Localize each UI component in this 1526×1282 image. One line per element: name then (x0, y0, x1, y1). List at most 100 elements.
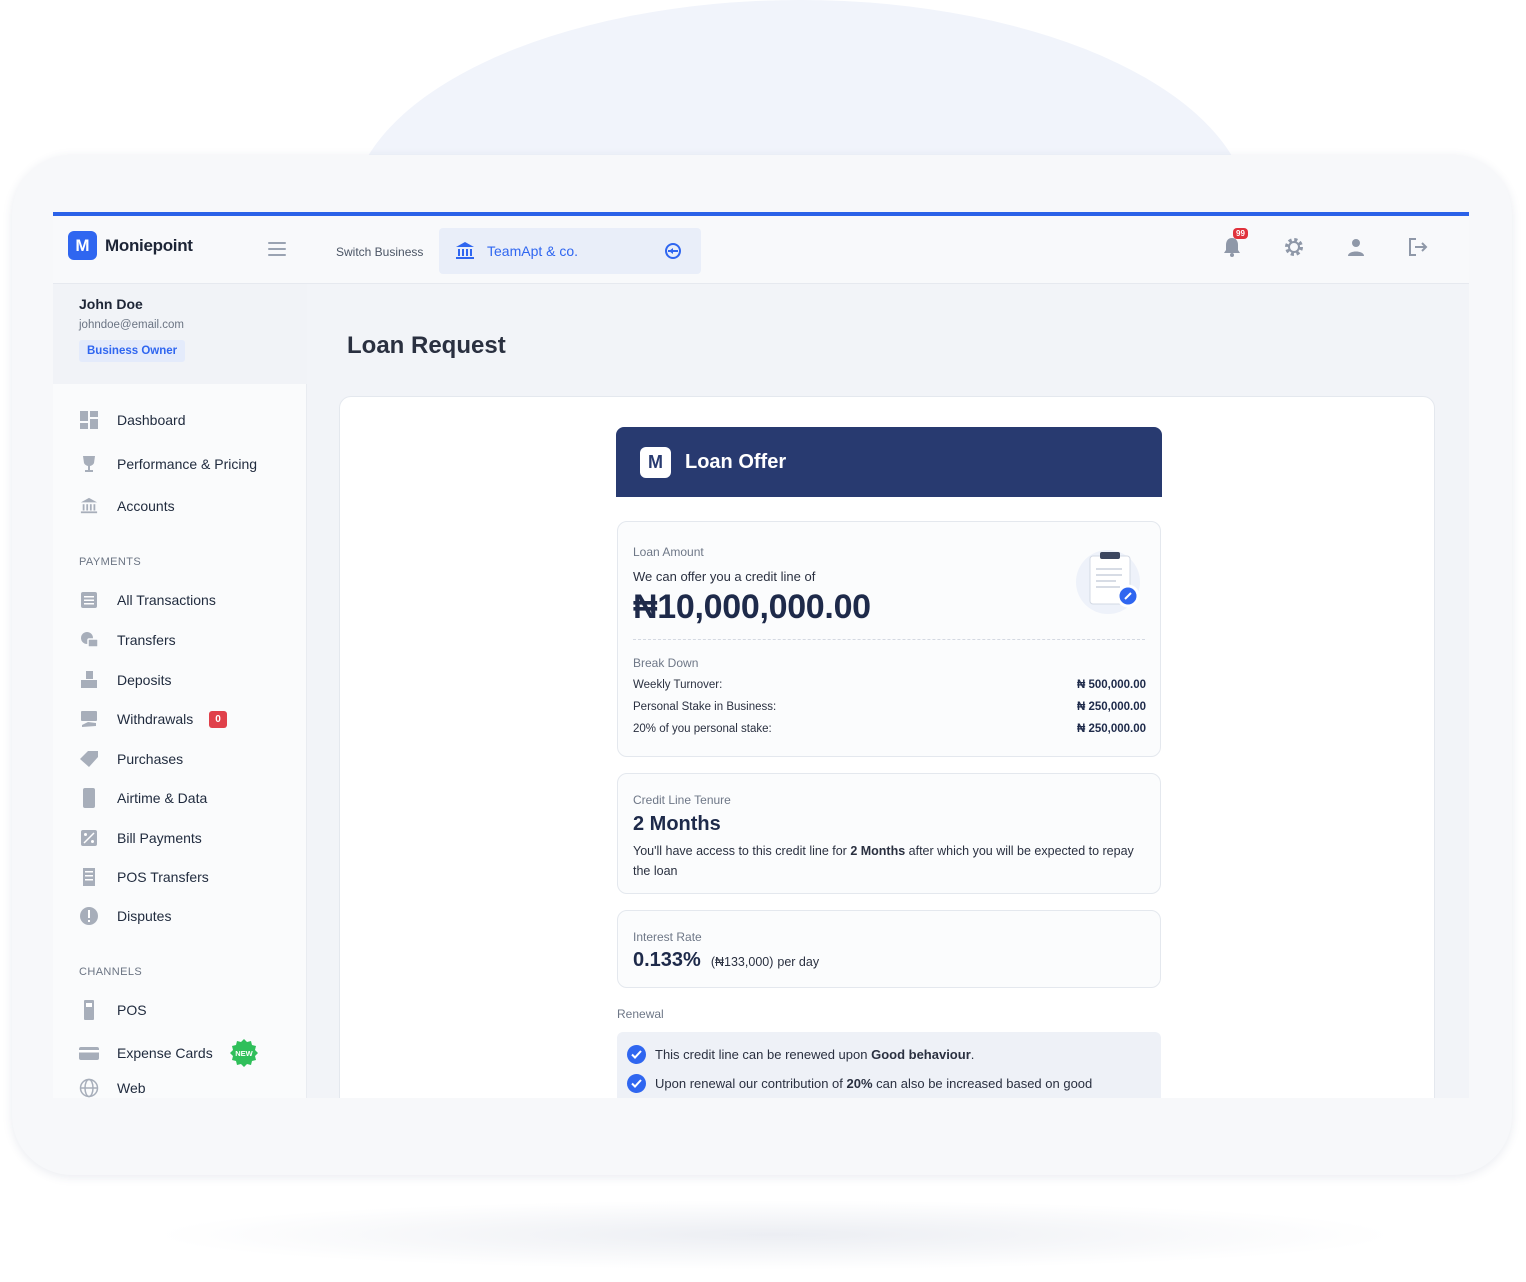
tenure-desc-text: You'll have access to this credit line f… (633, 844, 851, 858)
renewal-text-part: This credit line can be renewed upon (655, 1047, 872, 1062)
brand-logo[interactable]: M Moniepoint (68, 231, 193, 260)
sidebar-item-pos-transfers[interactable]: POS Transfers (79, 867, 209, 887)
loan-request-panel: M Loan Offer Loan Amount We can offer yo… (339, 396, 1435, 1098)
checkmark-icon[interactable] (627, 1045, 646, 1064)
sidebar-item-label: Disputes (117, 908, 172, 924)
bank-icon (79, 496, 99, 516)
sidebar-item-disputes[interactable]: Disputes (79, 906, 171, 926)
breakdown-row: Weekly Turnover: ₦ 500,000.00 (633, 679, 1146, 691)
sidebar-item-label: Expense Cards (117, 1045, 213, 1061)
sidebar-item-deposits[interactable]: Deposits (79, 670, 171, 690)
interest-rate-value: 0.133% (633, 949, 701, 971)
sidebar-item-performance-pricing[interactable]: Performance & Pricing (79, 454, 257, 474)
sidebar-item-expense-cards[interactable]: Expense Cards NEW (79, 1038, 259, 1068)
user-email: johndoe@email.com (79, 319, 185, 331)
business-name: TeamApt & co. (487, 243, 579, 259)
interest-rate-card: Interest Rate 0.133% (₦133,000) per day (617, 910, 1161, 988)
tag-icon (79, 749, 99, 769)
tenure-label: Credit Line Tenure (633, 793, 731, 807)
swap-icon[interactable] (663, 241, 683, 261)
pos-icon (79, 1000, 99, 1020)
loan-offer-header: M Loan Offer (616, 427, 1162, 497)
sidebar-item-label: POS (117, 1002, 147, 1018)
renewal-text: This credit line can be renewed upon Goo… (655, 1047, 974, 1062)
alert-icon (79, 906, 99, 926)
switch-business-label: Switch Business (336, 245, 424, 259)
app-screen: M Moniepoint Switch Business TeamApt & c… (53, 212, 1469, 1098)
deposit-icon (79, 670, 99, 690)
sidebar-item-accounts[interactable]: Accounts (79, 496, 175, 516)
sidebar-item-label: Airtime & Data (117, 790, 208, 806)
breakdown-row-label: Weekly Turnover: (633, 679, 723, 691)
sidebar-item-web[interactable]: Web (79, 1078, 146, 1098)
notification-count-badge: 99 (1233, 228, 1248, 239)
logout-icon[interactable] (1407, 236, 1429, 258)
interest-rate-unit: per day (777, 955, 820, 969)
tenure-desc-bold: 2 Months (850, 844, 906, 858)
user-profile-icon[interactable] (1345, 236, 1367, 258)
settings-gear-icon[interactable] (1283, 236, 1305, 258)
withdrawal-icon (79, 709, 99, 729)
sidebar-item-pos[interactable]: POS (79, 1000, 147, 1020)
top-header: M Moniepoint Switch Business TeamApt & c… (53, 216, 1469, 284)
clipboard-illustration-icon (1076, 550, 1140, 614)
withdrawals-count-badge: 0 (209, 710, 227, 728)
credit-line-tenure-card: Credit Line Tenure 2 Months You'll have … (617, 773, 1161, 894)
renewal-text-part: . (970, 1047, 975, 1062)
loan-amount-value: ₦10,000,000.00 (633, 588, 871, 626)
sidebar: John Doe johndoe@email.com Business Owne… (53, 284, 307, 1098)
list-icon (79, 590, 99, 610)
phone-icon (79, 788, 99, 808)
loan-offer-title: Loan Offer (685, 450, 787, 473)
breakdown-row: 20% of you personal stake: ₦ 250,000.00 (633, 723, 1146, 735)
sidebar-item-label: Performance & Pricing (117, 456, 258, 472)
sidebar-item-label: Transfers (117, 632, 176, 648)
renewal-text-bold: 20% (846, 1076, 873, 1091)
checkmark-icon[interactable] (627, 1074, 646, 1093)
globe-icon (79, 1078, 99, 1098)
interest-rate-label: Interest Rate (633, 930, 702, 944)
renewal-text: Upon renewal our contribution of 20% can… (655, 1076, 1092, 1091)
renewal-text-part: Upon renewal our contribution of (655, 1076, 847, 1091)
dashboard-icon (79, 410, 99, 430)
page-title: Loan Request (347, 332, 506, 359)
loan-amount-card: Loan Amount We can offer you a credit li… (617, 521, 1161, 757)
renewal-label: Renewal (617, 1007, 664, 1021)
notification-bell-icon[interactable]: 99 (1221, 228, 1248, 258)
sidebar-item-label: All Transactions (117, 592, 216, 608)
sidebar-item-purchases[interactable]: Purchases (79, 749, 183, 769)
breakdown-row-value: ₦ 250,000.00 (1076, 701, 1146, 713)
sidebar-item-label: Dashboard (117, 412, 186, 428)
new-badge: NEW (229, 1039, 258, 1067)
bill-icon (79, 828, 99, 848)
brand-name: Moniepoint (105, 235, 193, 255)
hamburger-menu-icon[interactable] (268, 242, 286, 256)
breakdown-row-label: 20% of you personal stake: (633, 723, 772, 735)
sidebar-item-withdrawals[interactable]: Withdrawals 0 (79, 709, 227, 729)
breakdown-row-value: ₦ 250,000.00 (1076, 723, 1146, 735)
card-icon (79, 1043, 99, 1063)
user-name: John Doe (79, 296, 143, 312)
receipt-icon (79, 867, 99, 887)
renewal-box: This credit line can be renewed upon Goo… (617, 1032, 1161, 1098)
interest-rate-amount: (₦133,000) (710, 955, 774, 969)
sidebar-item-transfers[interactable]: Transfers (79, 630, 176, 650)
sidebar-item-dashboard[interactable]: Dashboard (79, 410, 186, 430)
renewal-item: Upon renewal our contribution of 20% can… (627, 1074, 1092, 1093)
sidebar-item-bill-payments[interactable]: Bill Payments (79, 828, 202, 848)
sidebar-item-label: Web (117, 1080, 146, 1096)
payments-section-title: PAYMENTS (79, 556, 142, 568)
business-switcher[interactable]: TeamApt & co. (439, 228, 701, 274)
breakdown-row-label: Personal Stake in Business: (633, 701, 777, 713)
sidebar-item-airtime-data[interactable]: Airtime & Data (79, 788, 207, 808)
channels-section-title: CHANNELS (79, 966, 143, 978)
interest-rate-line: 0.133% (₦133,000) per day (633, 949, 819, 972)
sidebar-item-all-transactions[interactable]: All Transactions (79, 590, 216, 610)
loan-amount-intro: We can offer you a credit line of (633, 569, 816, 584)
sidebar-item-label: Purchases (117, 751, 184, 767)
breakdown-row: Personal Stake in Business: ₦ 250,000.00 (633, 701, 1146, 713)
tenure-value: 2 Months (633, 813, 721, 835)
new-badge-label: NEW (235, 1049, 253, 1058)
sidebar-item-label: Withdrawals (117, 711, 194, 727)
transfer-icon (79, 630, 99, 650)
